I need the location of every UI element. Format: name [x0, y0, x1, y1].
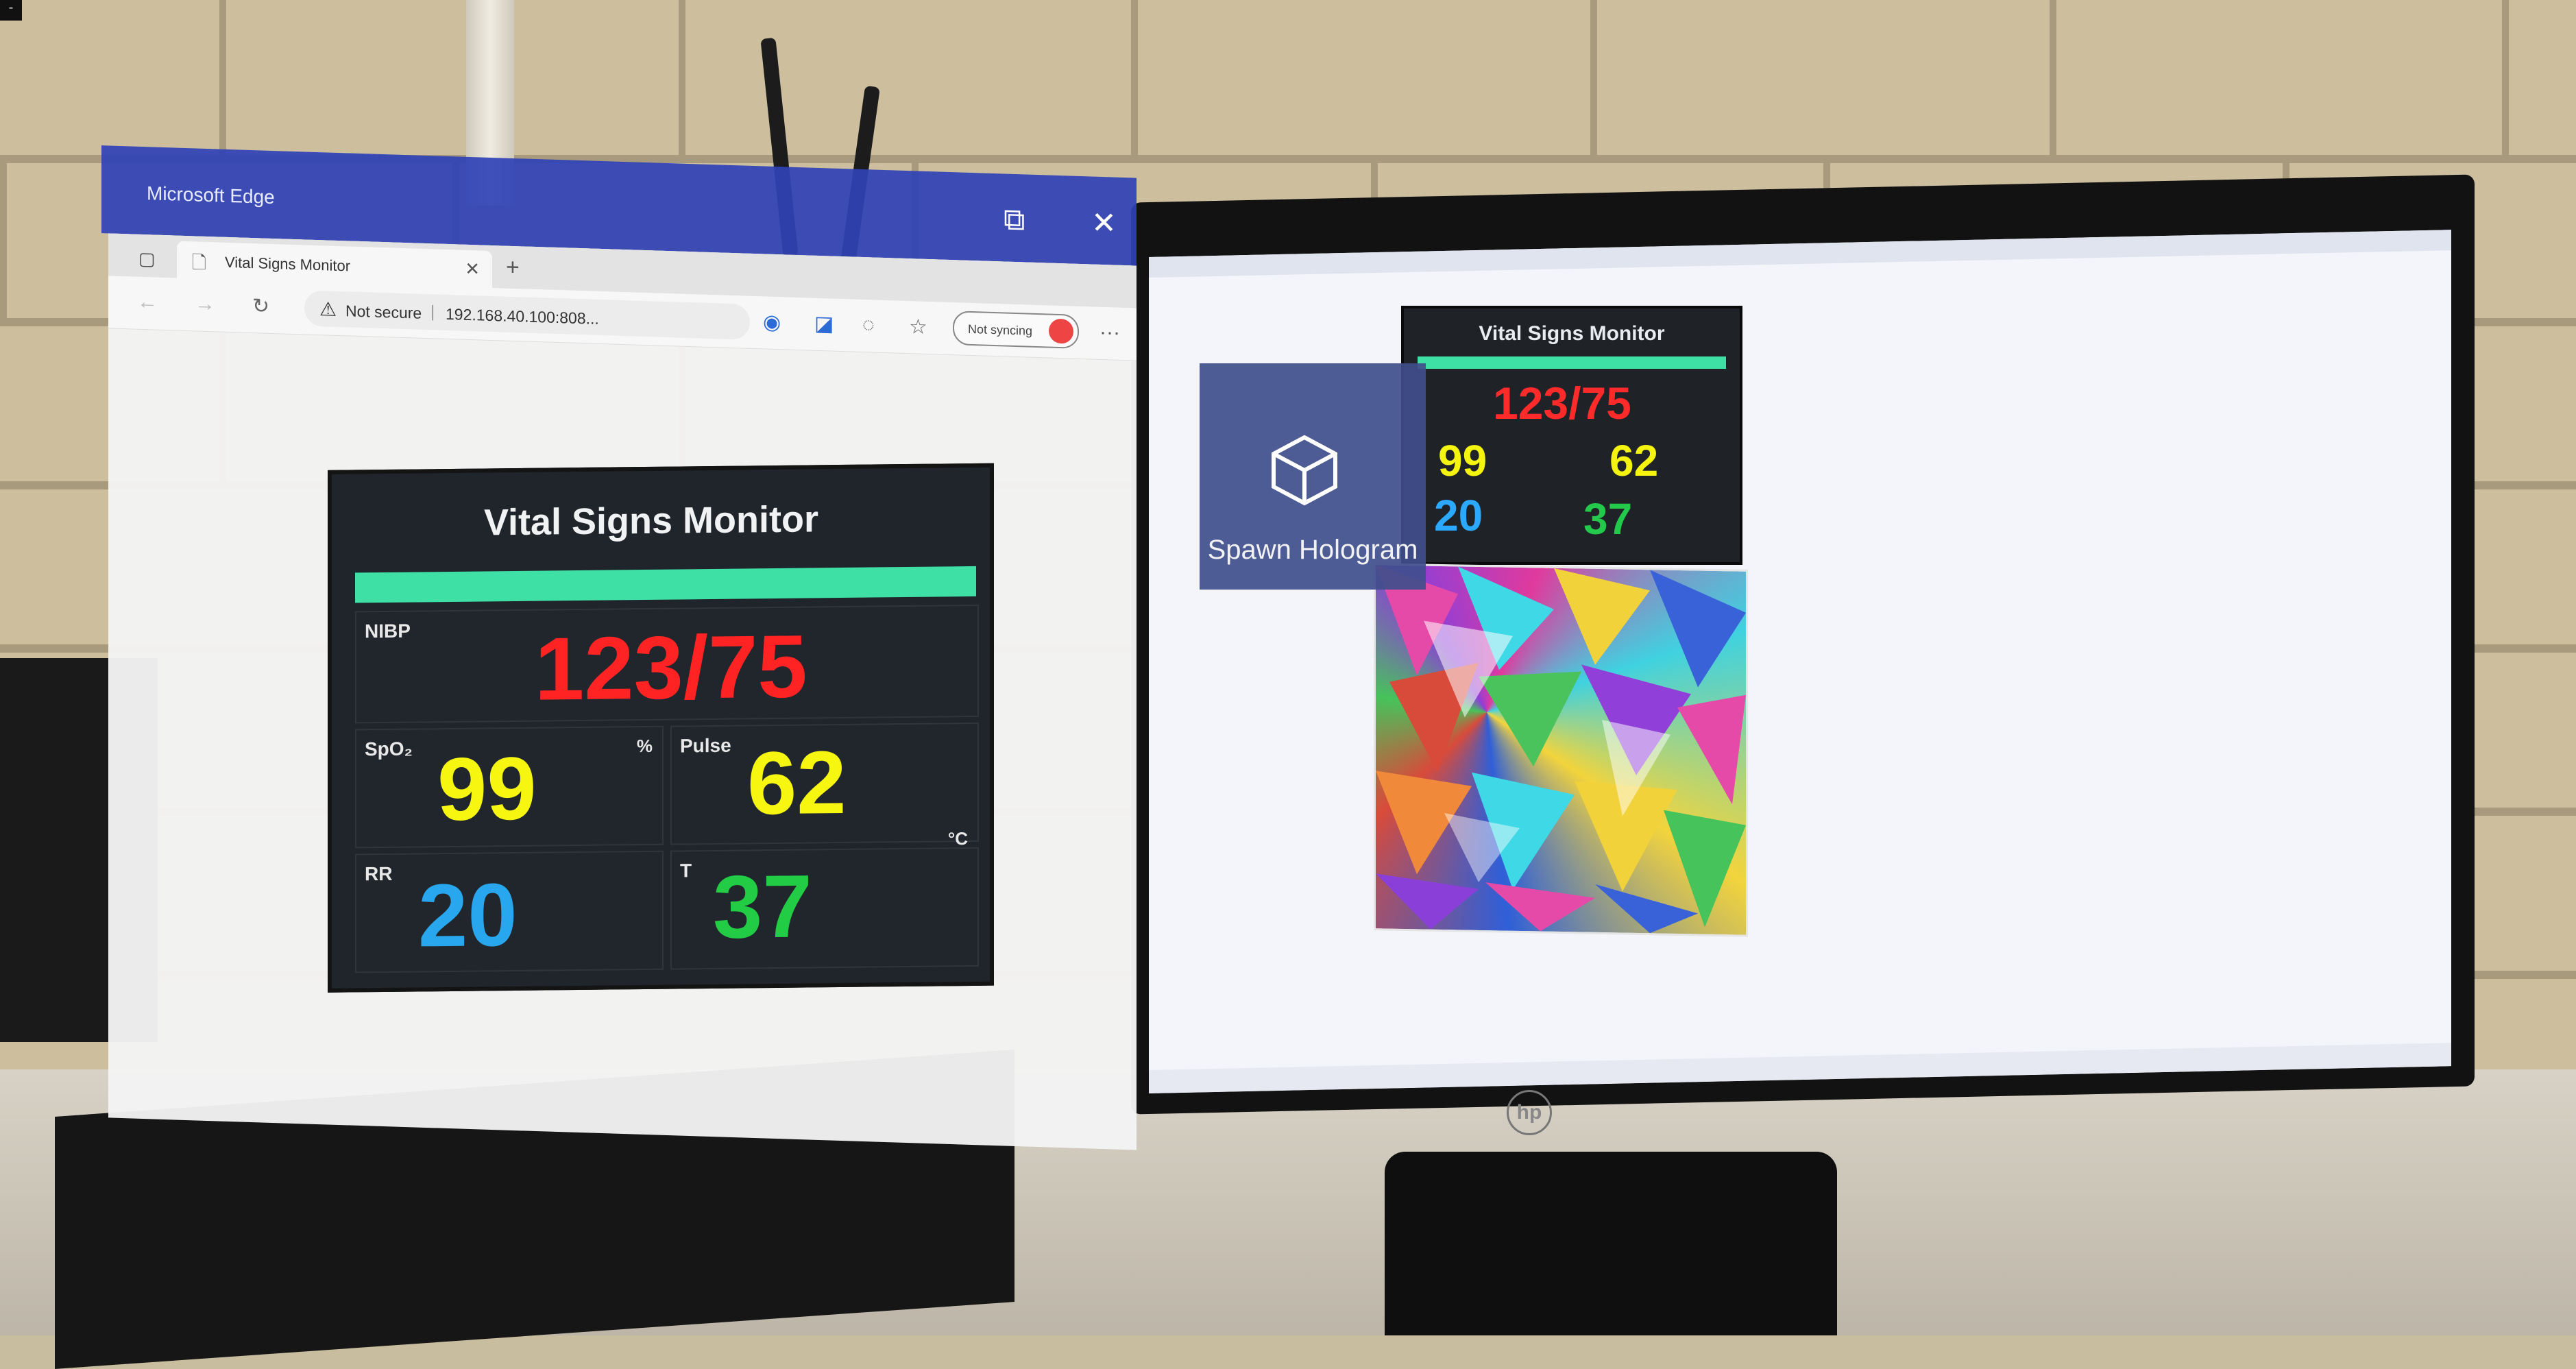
desktop-monitor	[1131, 174, 2475, 1115]
refresh-icon[interactable]: ↻	[252, 294, 269, 319]
temp-unit: °C	[947, 828, 968, 849]
desktop-vital-signs-monitor: Vital Signs Monitor 123/75 99 62 20 37	[1401, 306, 1742, 565]
extension-icon[interactable]: ◪	[814, 312, 834, 337]
new-tab-button[interactable]: +	[506, 254, 520, 282]
nibp-panel: NIBP 123/75	[355, 604, 979, 724]
tab-close-icon[interactable]: ✕	[465, 258, 480, 280]
address-bar[interactable]: ⚠ Not secure | 192.168.40.100:808...	[304, 290, 750, 340]
spawn-hologram-button[interactable]: Spawn Hologram	[1200, 363, 1426, 590]
mini-nibp-value: 123/75	[1493, 378, 1631, 428]
temp-value: 37	[713, 856, 812, 957]
spawn-hologram-label: Spawn Hologram	[1207, 535, 1418, 565]
temp-label: T	[680, 860, 692, 882]
mini-pulse-value: 62	[1609, 436, 1659, 485]
tab-actions-icon[interactable]: ▢	[138, 248, 156, 270]
spo2-unit: %	[636, 735, 653, 757]
hp-logo: hp	[1507, 1090, 1552, 1135]
rr-panel: RR 20	[355, 850, 664, 973]
mini-title: Vital Signs Monitor	[1479, 322, 1665, 345]
mini-rr-value: 20	[1434, 491, 1483, 540]
spo2-panel: SpO₂ % 99	[355, 725, 664, 849]
monitor-stand	[1385, 1152, 1837, 1335]
pulse-panel: Pulse 62	[670, 722, 979, 845]
favorite-icon[interactable]: ☆	[909, 315, 927, 339]
forward-icon[interactable]: →	[195, 292, 215, 316]
mini-spo2-value: 99	[1438, 436, 1487, 485]
address-separator: |	[430, 302, 435, 322]
avatar	[1049, 318, 1073, 344]
vital-signs-monitor: Vital Signs Monitor NIBP 123/75 SpO₂ % 9…	[328, 463, 994, 993]
nibp-label: NIBP	[365, 620, 411, 642]
hologram-texture	[1374, 563, 1748, 937]
browser-frame: ▢ 🗋 Vital Signs Monitor ✕ + ← → ↻ ⚠ Not …	[108, 233, 1137, 1150]
cube-icon	[1272, 435, 1337, 506]
page-icon: 🗋	[192, 252, 206, 273]
nibp-value: 123/75	[535, 616, 807, 719]
mini-status-bar	[1418, 356, 1726, 369]
wall-row	[0, 0, 2576, 163]
more-icon[interactable]: ···	[1099, 321, 1120, 345]
warning-icon: ⚠	[319, 298, 337, 320]
taskbar	[1149, 1043, 2451, 1093]
desktop-screen	[1149, 230, 2451, 1093]
restore-icon[interactable]: ⧉	[1004, 202, 1025, 237]
sync-label: Not syncing	[968, 322, 1033, 338]
rr-value: 20	[418, 864, 518, 966]
globe-icon[interactable]: ◉	[763, 310, 781, 335]
mini-temp-value: 37	[1583, 494, 1633, 544]
close-icon[interactable]: ✕	[1091, 205, 1117, 241]
address-url: 192.168.40.100:808...	[446, 304, 599, 328]
pulse-label: Pulse	[680, 734, 731, 757]
temp-panel: T °C 37	[670, 828, 979, 970]
page-title: Vital Signs Monitor	[483, 498, 818, 544]
status-bar	[355, 566, 976, 603]
spo2-value: 99	[437, 738, 537, 840]
security-label: Not secure	[345, 302, 422, 322]
back-icon[interactable]: ←	[137, 291, 158, 315]
rr-label: RR	[365, 862, 393, 885]
hologram-edge-window[interactable]: Microsoft Edge ⧉ ✕ ▢ 🗋 Vital Signs Monit…	[101, 145, 1143, 1152]
pulse-value: 62	[747, 731, 847, 834]
app-title: Microsoft Edge	[147, 182, 275, 208]
corner-glyph: -	[0, 0, 22, 21]
tab-title: Vital Signs Monitor	[225, 253, 351, 275]
spo2-label: SpO₂	[365, 738, 413, 760]
shard-pattern	[1376, 565, 1746, 934]
settings-icon[interactable]: ◌	[862, 313, 875, 337]
sync-button[interactable]: Not syncing	[953, 311, 1079, 349]
